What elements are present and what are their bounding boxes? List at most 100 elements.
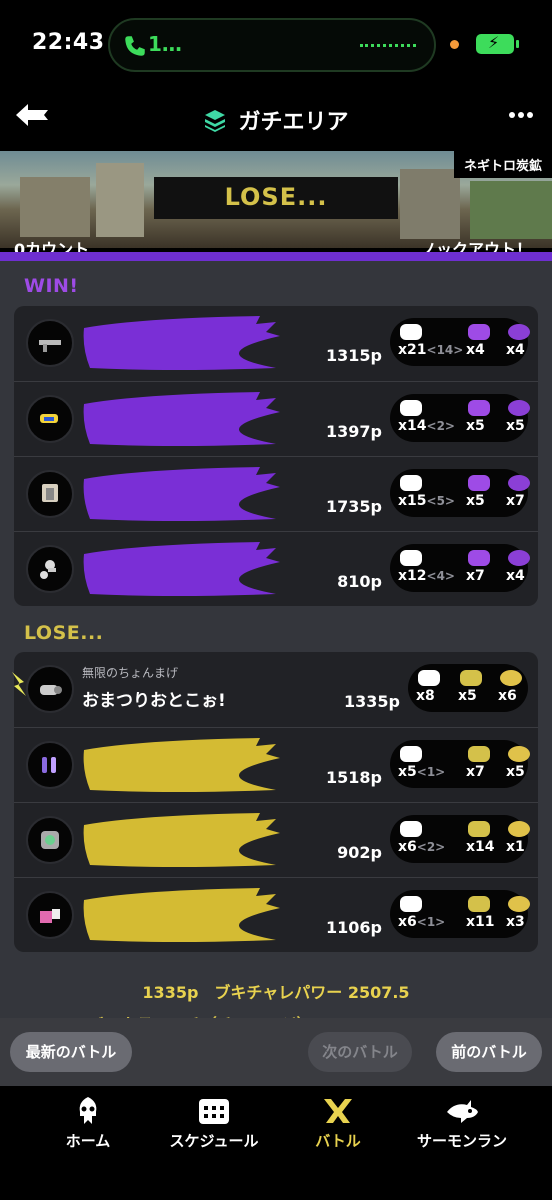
death-icon <box>468 896 490 912</box>
death-icon <box>460 670 482 686</box>
player-stats: x15<5> x5 x7 <box>390 469 530 517</box>
player-row[interactable]: 1315p x21<14> x4 x4 <box>14 306 538 381</box>
weapon-avatar <box>26 891 74 939</box>
player-title: 無限のちょんまげ <box>82 666 179 680</box>
player-row[interactable]: 無限のちょんまげ おまつりおとこぉ! 1335p x8 x5 x6 <box>12 652 538 727</box>
special-count: x5 <box>506 418 525 434</box>
assist-count: <4> <box>426 569 455 583</box>
more-dots-icon[interactable] <box>508 110 534 120</box>
clock: 22:43 <box>32 30 105 55</box>
player-stats: x8 x5 x6 <box>408 664 528 712</box>
death-count: x5 <box>466 418 485 434</box>
tab-bar: ホーム スケジュール バトル サーモンラン <box>0 1086 552 1200</box>
lose-team-card: 無限のちょんまげ おまつりおとこぉ! 1335p x8 x5 x6 1518p x5<1> x7… <box>12 652 538 952</box>
weapon-challenge-summary: 1335p ブキチャレパワー 2507.5 <box>142 983 410 1002</box>
tab-schedule[interactable]: スケジュール <box>154 1096 274 1151</box>
latest-battle-button[interactable]: 最新のバトル <box>10 1032 132 1072</box>
player-row[interactable]: 902p x6<2> x14 x1 <box>14 802 538 877</box>
kill-icon <box>400 550 422 566</box>
splattershot-pro-icon <box>39 340 61 352</box>
stage-scenery <box>400 169 460 239</box>
death-count: x4 <box>466 342 485 358</box>
death-count: x7 <box>466 764 485 780</box>
hidden-name-ink <box>83 392 280 446</box>
win-team-label: WIN! <box>24 275 79 297</box>
kill-count: x21<14> <box>398 342 464 358</box>
next-battle-button[interactable]: 次のバトル <box>308 1032 412 1072</box>
player-row[interactable]: 1106p x6<1> x11 x3 <box>14 877 538 952</box>
prev-battle-button[interactable]: 前のバトル <box>436 1032 542 1072</box>
tri-stringer-icon <box>40 560 56 579</box>
death-icon <box>468 324 490 340</box>
blaster-icon <box>40 685 62 695</box>
special-count: x4 <box>506 342 525 358</box>
player-stats: x12<4> x7 x4 <box>390 544 530 592</box>
death-count: x7 <box>466 568 485 584</box>
stage-scenery <box>96 163 144 237</box>
kill-count: x15<5> <box>398 493 455 509</box>
hidden-name-ink <box>83 316 280 370</box>
bucket-icon <box>40 909 60 923</box>
death-icon <box>468 746 490 762</box>
weapon-avatar <box>26 395 74 443</box>
tab-battle[interactable]: バトル <box>278 1096 398 1151</box>
tab-home[interactable]: ホーム <box>28 1096 148 1151</box>
charging-bolt-icon: ⚡ <box>488 33 500 52</box>
status-bar: 22:43 1… ⚡ <box>0 0 552 90</box>
special-icon <box>508 896 530 912</box>
hidden-name-ink <box>83 467 280 521</box>
special-count: x3 <box>506 914 525 930</box>
special-count: x6 <box>498 688 517 704</box>
player-points: 1518p <box>326 768 382 787</box>
special-icon <box>508 550 530 566</box>
result-text: LOSE... <box>224 183 328 211</box>
battery-icon: ⚡ <box>476 33 519 54</box>
call-label: 1… <box>148 32 182 56</box>
special-icon <box>508 400 530 416</box>
death-icon <box>468 475 490 491</box>
dualies-icon <box>42 757 56 773</box>
kill-icon <box>418 670 440 686</box>
death-count: x11 <box>466 914 495 930</box>
tab-home-label: ホーム <box>65 1132 111 1150</box>
salmon-icon <box>447 1100 478 1123</box>
player-row[interactable]: 1518p x5<1> x7 x5 <box>14 727 538 802</box>
player-row[interactable]: 1397p x14<2> x5 x5 <box>14 381 538 456</box>
weapon-avatar <box>26 665 74 713</box>
hidden-name-ink <box>83 888 280 942</box>
tab-schedule-label: スケジュール <box>169 1132 259 1150</box>
phone-icon <box>125 36 145 56</box>
player-stats: x5<1> x7 x5 <box>390 740 530 788</box>
player-points: 1735p <box>326 497 382 516</box>
death-count: x5 <box>466 493 485 509</box>
death-icon <box>468 550 490 566</box>
weapon-avatar <box>26 816 74 864</box>
death-icon <box>468 821 490 837</box>
kill-count: x6<1> <box>398 914 446 930</box>
battle-detail: WIN! 1315p x21<14> x4 x4 1397p x14<2> x5 x5 1735… <box>0 261 552 1025</box>
kill-icon <box>400 475 422 491</box>
player-stats: x21<14> x4 x4 <box>390 318 530 366</box>
assist-count: <1> <box>416 765 446 779</box>
squid-home-icon <box>79 1097 97 1124</box>
player-points: 1106p <box>326 918 382 937</box>
player-row[interactable]: 810p x12<4> x7 x4 <box>14 531 538 606</box>
tab-salmon-run-label: サーモンラン <box>416 1132 507 1150</box>
page-title-group: ガチエリア <box>0 104 552 136</box>
call-pill[interactable]: 1… <box>108 18 436 72</box>
tab-salmon-run[interactable]: サーモンラン <box>402 1096 522 1151</box>
special-count: x5 <box>506 764 525 780</box>
player-row[interactable]: 1735p x15<5> x5 x7 <box>14 456 538 531</box>
result-plate: LOSE... <box>154 177 398 219</box>
stage-banner: ネギトロ炭鉱 LOSE... <box>0 151 552 248</box>
special-icon <box>508 821 530 837</box>
hidden-name-ink <box>83 542 280 596</box>
page-title: ガチエリア <box>238 110 349 135</box>
kill-count: x12<4> <box>398 568 455 584</box>
kill-count: x5<1> <box>398 764 446 780</box>
player-points: 1315p <box>326 346 382 365</box>
lose-team-label: LOSE... <box>24 622 104 644</box>
weapon-avatar <box>26 545 74 593</box>
brush-icon <box>42 484 58 502</box>
player-points: 1397p <box>326 422 382 441</box>
